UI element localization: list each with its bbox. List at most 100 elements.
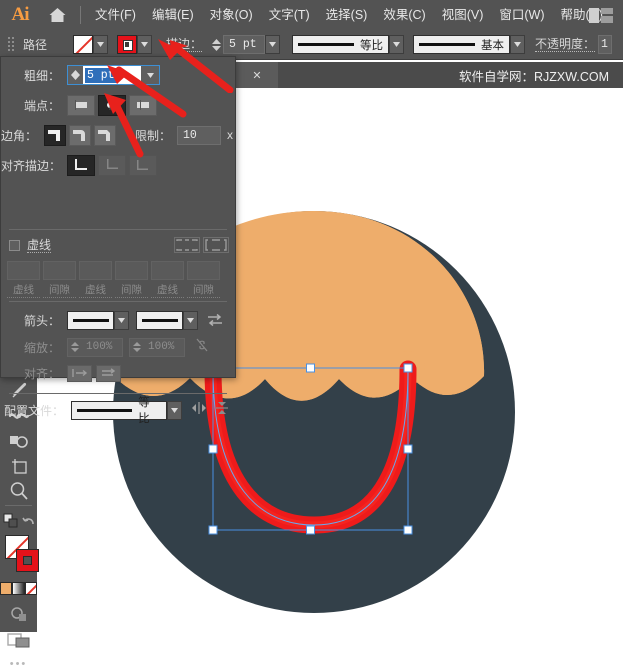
menu-effect[interactable]: 效果(C) xyxy=(375,0,433,30)
width-profile-dropdown[interactable] xyxy=(389,35,404,54)
butt-cap-icon[interactable] xyxy=(67,95,95,116)
width-profile-label: 等比 xyxy=(360,37,383,53)
gap-field-2[interactable] xyxy=(115,261,148,280)
arrowhead-start-dropdown[interactable] xyxy=(114,311,129,330)
swap-fill-stroke-icon[interactable] xyxy=(0,508,21,533)
stroke-swatch-large[interactable] xyxy=(16,549,39,572)
dash-caption-1: 虚线 xyxy=(7,282,40,298)
panel-divider-profile xyxy=(9,393,227,394)
scale-end-field[interactable]: 100% xyxy=(129,338,185,357)
tool-zoom[interactable] xyxy=(0,478,37,503)
scale-start-field[interactable]: 100% xyxy=(67,338,123,357)
profile-value: 等比 xyxy=(138,394,161,426)
home-icon[interactable] xyxy=(40,7,74,23)
stroke-weight-field[interactable]: 5 pt xyxy=(67,65,160,85)
stroke-weight-input[interactable]: 5 pt xyxy=(223,35,265,54)
handle-middle-right xyxy=(404,445,412,453)
panel-divider-arrow xyxy=(9,301,227,302)
miter-limit-unit: x xyxy=(221,128,240,142)
stroke-weight-dropdown[interactable] xyxy=(265,35,280,54)
more-tools-icon[interactable]: ••• xyxy=(0,654,37,670)
bevel-join-icon[interactable] xyxy=(94,125,116,146)
fill-swatch[interactable] xyxy=(73,35,93,54)
flat-color-icon[interactable] xyxy=(0,582,12,595)
stroke-weight-stepper[interactable] xyxy=(209,35,223,54)
align-outside-icon[interactable] xyxy=(129,155,157,176)
gradient-icon[interactable] xyxy=(12,582,24,595)
round-join-icon[interactable] xyxy=(69,125,91,146)
flip-across-icon[interactable] xyxy=(191,401,207,420)
menu-select[interactable]: 选择(S) xyxy=(318,0,376,30)
dash-field-2[interactable] xyxy=(79,261,112,280)
align-stroke-label: 对齐描边： xyxy=(1,157,67,174)
dash-field-1[interactable] xyxy=(7,261,40,280)
cap-label: 端点： xyxy=(1,97,67,114)
dash-caption-3: 虚线 xyxy=(151,282,184,298)
menu-edit[interactable]: 编辑(E) xyxy=(144,0,202,30)
none-color-icon[interactable] xyxy=(25,582,37,595)
gap-field-1[interactable] xyxy=(43,261,76,280)
link-scales-icon[interactable] xyxy=(195,337,209,358)
fill-swatch-dropdown[interactable] xyxy=(93,35,108,54)
profile-dropdown[interactable] xyxy=(167,401,182,420)
handle-bottom-center xyxy=(307,526,315,534)
miter-join-icon[interactable] xyxy=(44,125,66,146)
preserve-exact-icon[interactable] xyxy=(96,365,121,382)
weight-dropdown[interactable] xyxy=(141,66,159,84)
brush-definition-box[interactable]: 基本 xyxy=(413,35,510,54)
menu-file[interactable]: 文件(F) xyxy=(87,0,144,30)
arrowhead-start-box[interactable] xyxy=(67,311,114,330)
weight-stepper[interactable] xyxy=(68,66,83,84)
stroke-panel: 粗细： 5 pt 端点： 边角： xyxy=(0,56,236,378)
handle-middle-left xyxy=(209,445,217,453)
width-profile-box[interactable]: 等比 xyxy=(292,35,389,54)
gap-caption-3: 间隙 xyxy=(187,282,220,298)
miter-limit-input[interactable]: 10 xyxy=(177,126,221,145)
round-cap-icon[interactable] xyxy=(98,95,126,116)
corner-label: 边角： xyxy=(1,127,44,144)
brush-preview xyxy=(419,43,475,46)
weight-label: 粗细： xyxy=(1,67,67,84)
align-center-icon[interactable] xyxy=(67,155,95,176)
handle-top-center xyxy=(307,364,315,372)
close-icon[interactable]: ✕ xyxy=(236,62,278,88)
tool-free-transform[interactable] xyxy=(0,453,37,478)
menu-type[interactable]: 文字(T) xyxy=(261,0,318,30)
extend-to-corners-icon[interactable] xyxy=(67,365,92,382)
fill-stroke-indicator[interactable] xyxy=(0,533,37,579)
brush-definition-dropdown[interactable] xyxy=(510,35,525,54)
stroke-swatch-dropdown[interactable] xyxy=(137,35,152,54)
arrowhead-end-dropdown[interactable] xyxy=(183,311,198,330)
stroke-swatch[interactable] xyxy=(117,35,137,54)
profile-box[interactable]: 等比 xyxy=(71,401,167,420)
swap-arrowheads-icon[interactable] xyxy=(206,313,224,327)
panel-divider-dash xyxy=(9,229,227,230)
arrowhead-end-box[interactable] xyxy=(136,311,183,330)
gap-field-3[interactable] xyxy=(187,261,220,280)
handle-bottom-right xyxy=(404,526,412,534)
control-bar-grip[interactable] xyxy=(7,35,15,55)
screen-mode-icon[interactable] xyxy=(0,601,37,626)
scale-label: 缩放： xyxy=(1,339,67,356)
weight-input[interactable]: 5 pt xyxy=(83,66,141,84)
menu-object[interactable]: 对象(O) xyxy=(202,0,261,30)
opacity-input[interactable]: 1 xyxy=(598,35,612,54)
menu-view[interactable]: 视图(V) xyxy=(434,0,492,30)
workspace-layout-icon[interactable] xyxy=(589,8,613,28)
tool-shape-builder[interactable] xyxy=(0,428,37,453)
menu-window[interactable]: 窗口(W) xyxy=(491,0,552,30)
dash-field-3[interactable] xyxy=(151,261,184,280)
projecting-cap-icon[interactable] xyxy=(129,95,157,116)
dash-adjust-icon[interactable] xyxy=(203,237,229,253)
dash-preserve-icon[interactable] xyxy=(174,237,200,253)
default-fill-stroke-icon[interactable] xyxy=(21,508,37,533)
arrange-documents-icon[interactable] xyxy=(0,626,37,654)
align-inside-icon[interactable] xyxy=(98,155,126,176)
stroke-weight-label: 描边： xyxy=(166,37,202,52)
document-tab-bar: ✕ 软件自学网：RJZXW.COM xyxy=(236,62,623,88)
dash-gap-captions: 虚线 间隙 虚线 间隙 虚线 间隙 xyxy=(7,282,220,298)
flip-along-icon[interactable] xyxy=(214,401,230,420)
opacity-label[interactable]: 不透明度： xyxy=(535,37,595,52)
dashed-line-checkbox[interactable] xyxy=(9,240,20,251)
width-profile-preview xyxy=(298,43,354,46)
